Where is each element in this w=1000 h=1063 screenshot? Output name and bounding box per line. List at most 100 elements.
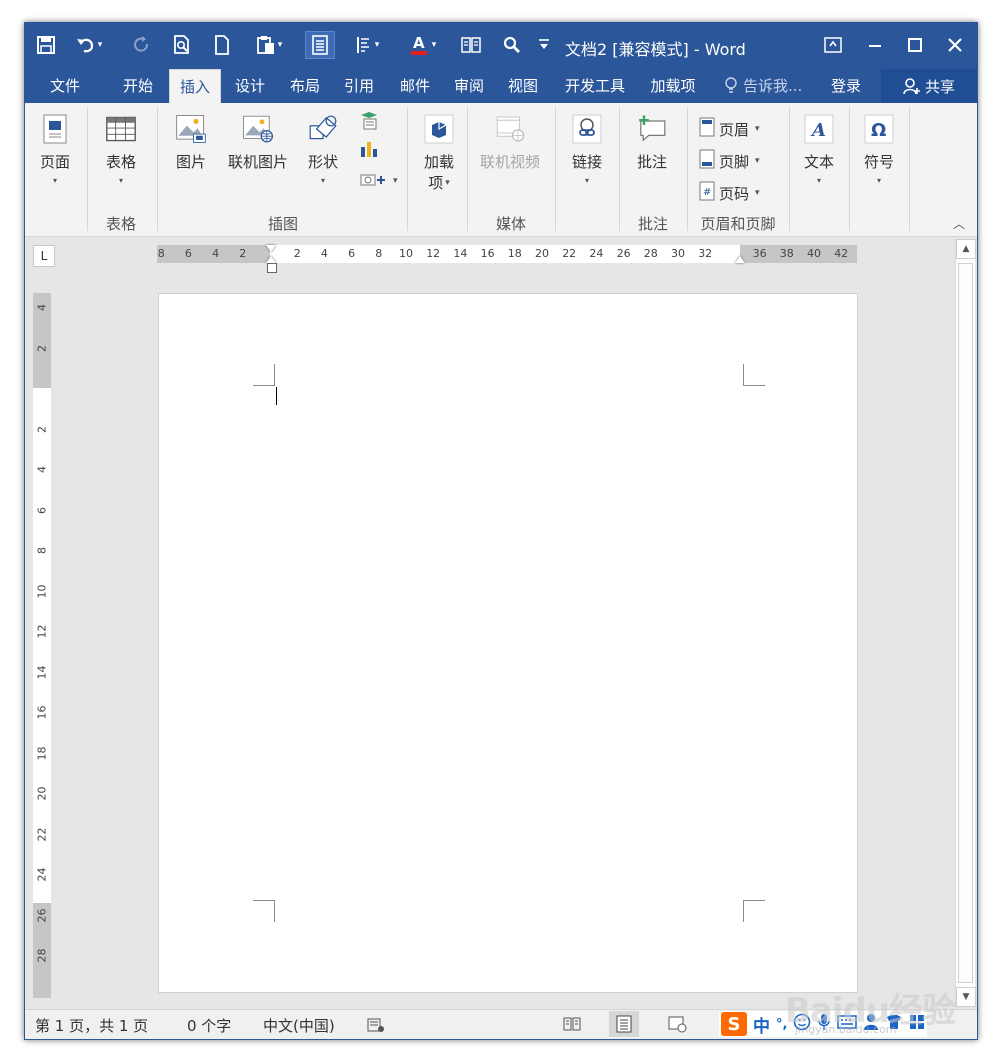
ime-chinese-mode[interactable]: 中 bbox=[753, 1012, 770, 1037]
smartart-button[interactable] bbox=[359, 111, 379, 135]
online-video-button[interactable]: 联机视频 bbox=[477, 113, 543, 172]
table-button[interactable]: 表格 ▾ bbox=[99, 113, 143, 185]
right-indent-marker[interactable] bbox=[735, 256, 745, 263]
comment-icon bbox=[636, 113, 668, 145]
undo-icon[interactable]: ▾ bbox=[69, 31, 109, 59]
pages-button[interactable]: 页面 ▾ bbox=[35, 113, 75, 185]
share-label: 共享 bbox=[924, 77, 955, 96]
shapes-button[interactable]: 形状 ▾ bbox=[301, 113, 345, 185]
scroll-thumb[interactable] bbox=[958, 263, 973, 983]
language-indicator[interactable]: 中文(中国) bbox=[263, 1015, 335, 1036]
tab-home[interactable]: 开始 bbox=[113, 69, 163, 103]
addins-label: 加载 bbox=[423, 153, 454, 171]
left-indent-marker[interactable] bbox=[267, 263, 277, 273]
ruler-tick-label: 40 bbox=[807, 247, 821, 260]
comment-button[interactable]: 批注 bbox=[629, 113, 675, 172]
online-picture-button[interactable]: 联机图片 bbox=[225, 113, 291, 172]
print-layout-icon[interactable] bbox=[609, 1011, 639, 1037]
tab-addins[interactable]: 加载项 bbox=[641, 69, 705, 103]
chart-button[interactable] bbox=[359, 139, 379, 163]
ruler-tick-label: 36 bbox=[752, 247, 767, 260]
word-count[interactable]: 0 个字 bbox=[187, 1015, 231, 1036]
sogou-logo-icon[interactable]: S bbox=[721, 1012, 747, 1036]
symbol-button[interactable]: Ω 符号 ▾ bbox=[859, 113, 899, 185]
ruler-tick-label: 6 bbox=[35, 506, 49, 514]
tab-insert[interactable]: 插入 bbox=[169, 69, 221, 104]
ruler-tick-label: 20 bbox=[535, 247, 549, 260]
save-icon[interactable] bbox=[33, 31, 59, 59]
tab-selector[interactable]: L bbox=[33, 245, 55, 267]
vertical-ruler[interactable]: 4 2 2 4 6 8 10 12 14 16 18 20 22 24 26 28 bbox=[33, 293, 51, 998]
ruler-tick-label: 2 bbox=[35, 425, 49, 433]
tab-layout[interactable]: 布局 bbox=[281, 69, 329, 103]
first-line-indent-marker[interactable] bbox=[266, 245, 276, 252]
screenshot-button[interactable]: ▾ bbox=[359, 169, 398, 193]
ruler-tick-label: 14 bbox=[35, 665, 49, 679]
tab-file[interactable]: 文件 bbox=[35, 69, 95, 103]
tab-design[interactable]: 设计 bbox=[225, 69, 275, 103]
columns-icon[interactable] bbox=[457, 31, 485, 59]
ruler-tick-label: 10 bbox=[399, 247, 413, 260]
font-color-icon[interactable]: A ▾ bbox=[403, 31, 443, 59]
share-button[interactable]: 共享 bbox=[881, 69, 977, 103]
group-separator bbox=[87, 107, 88, 231]
paste-icon[interactable]: ▾ bbox=[249, 31, 289, 59]
page-count[interactable]: 第 1 页，共 1 页 bbox=[35, 1015, 148, 1036]
find-icon[interactable] bbox=[499, 31, 525, 59]
baidu-watermark-url: jingyan.baidu.com bbox=[795, 1023, 897, 1036]
chevron-down-icon: ▾ bbox=[816, 176, 821, 185]
lightbulb-icon bbox=[725, 77, 737, 95]
crop-mark-top-left bbox=[253, 364, 275, 386]
print-preview-icon[interactable] bbox=[169, 31, 195, 59]
ruler-tick-label: 42 bbox=[834, 247, 849, 260]
link-button[interactable]: 链接 ▾ bbox=[565, 113, 609, 185]
group-separator bbox=[849, 107, 850, 231]
bar-chart-icon bbox=[359, 139, 379, 163]
tab-developer[interactable]: 开发工具 bbox=[555, 69, 635, 103]
scroll-up-arrow[interactable]: ▲ bbox=[956, 239, 976, 259]
omega-icon: Ω bbox=[863, 113, 895, 145]
online-video-icon bbox=[494, 113, 526, 145]
person-add-icon bbox=[903, 77, 921, 95]
customize-icon[interactable] bbox=[533, 31, 555, 59]
ribbon-display-icon[interactable] bbox=[813, 31, 853, 59]
web-layout-icon[interactable] bbox=[663, 1011, 693, 1037]
chevron-down-icon: ▾ bbox=[320, 176, 325, 185]
layout-icon[interactable] bbox=[305, 31, 335, 59]
footer-button[interactable]: 页脚 ▾ bbox=[699, 149, 760, 173]
tab-mailings[interactable]: 邮件 bbox=[391, 69, 439, 103]
page-number-button[interactable]: # 页码 ▾ bbox=[699, 181, 760, 205]
group-separator bbox=[789, 107, 790, 231]
maximize-icon[interactable] bbox=[895, 31, 935, 59]
group-label-header-footer: 页眉和页脚 bbox=[700, 215, 776, 233]
close-icon[interactable] bbox=[935, 31, 975, 59]
login-link[interactable]: 登录 bbox=[831, 69, 861, 103]
header-label: 页眉 bbox=[719, 120, 750, 139]
picture-button[interactable]: 图片 bbox=[169, 113, 213, 172]
horizontal-ruler[interactable]: 8 6 4 2 2 4 6 8 10 12 14 16 18 20 22 24 26 28 30 32 36 38 40 42 bbox=[157, 245, 857, 263]
vertical-scrollbar[interactable]: ▲ ▼ bbox=[955, 239, 976, 1007]
tab-references[interactable]: 引用 bbox=[335, 69, 383, 103]
chevron-down-icon: ▾ bbox=[755, 124, 760, 134]
page-number-label: 页码 bbox=[719, 184, 750, 203]
new-document-icon[interactable] bbox=[209, 31, 235, 59]
group-label-illustrations: 插图 bbox=[267, 215, 298, 233]
paragraph-icon[interactable]: ▾ bbox=[347, 31, 387, 59]
ribbon-tabs: 文件 开始 插入 设计 布局 引用 邮件 审阅 视图 开发工具 加载项 告诉我.… bbox=[25, 69, 977, 104]
macro-record-icon[interactable] bbox=[367, 1016, 385, 1038]
header-button[interactable]: 页眉 ▾ bbox=[699, 117, 760, 141]
document-page[interactable] bbox=[158, 293, 858, 993]
redo-icon[interactable] bbox=[129, 31, 155, 59]
scroll-down-arrow[interactable]: ▼ bbox=[956, 987, 976, 1007]
tell-me-search[interactable]: 告诉我... bbox=[725, 69, 802, 103]
tab-view[interactable]: 视图 bbox=[499, 69, 547, 103]
text-button[interactable]: A 文本 ▾ bbox=[799, 113, 839, 185]
read-mode-icon[interactable] bbox=[557, 1011, 587, 1037]
minimize-icon[interactable] bbox=[855, 31, 895, 59]
tab-review[interactable]: 审阅 bbox=[445, 69, 493, 103]
addins-button[interactable]: 加载 项 ▾ bbox=[419, 113, 459, 193]
link-label: 链接 bbox=[571, 153, 602, 171]
collapse-ribbon-icon[interactable]: ︿ bbox=[953, 215, 965, 232]
text-cursor bbox=[276, 387, 277, 405]
hanging-indent-marker[interactable] bbox=[266, 256, 276, 263]
